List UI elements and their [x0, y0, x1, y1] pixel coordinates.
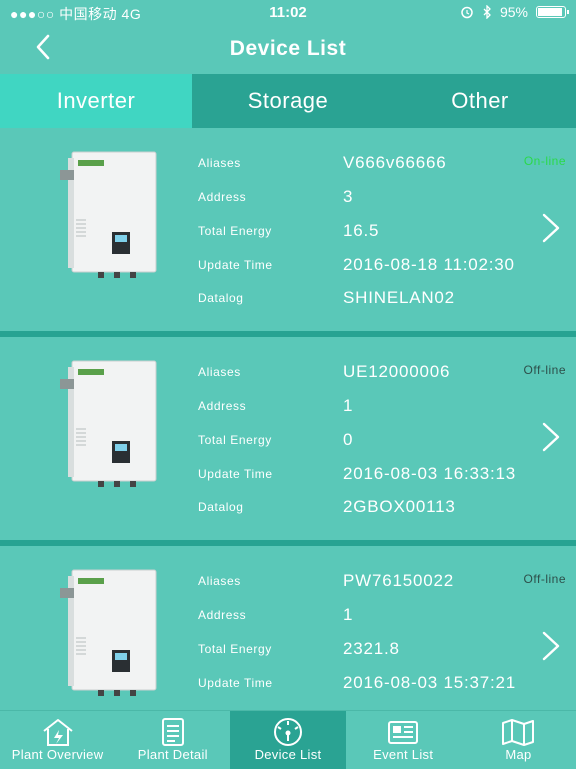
- inverter-image: [60, 569, 157, 696]
- house-icon: [42, 719, 73, 746]
- tab-storage[interactable]: Storage: [192, 74, 384, 128]
- chevron-right-icon[interactable]: [540, 630, 562, 662]
- device-type-tabs: Inverter Storage Other: [0, 74, 576, 128]
- total-energy-label: Total Energy: [198, 224, 272, 238]
- battery-percent: 95%: [499, 4, 528, 20]
- device-card[interactable]: Aliases Address Total Energy Update Time…: [0, 128, 576, 337]
- alarm-icon: [461, 6, 473, 19]
- page-title: Device List: [229, 37, 347, 60]
- status-badge: Off-line: [523, 572, 566, 586]
- aliases-value: V666v66666: [343, 153, 447, 172]
- aliases-value: PW76150022: [343, 571, 455, 590]
- aliases-value: UE12000006: [343, 362, 451, 381]
- tab-other[interactable]: Other: [384, 74, 576, 128]
- bottom-tab-bar: Plant Overview Plant Detail Device List …: [0, 710, 576, 769]
- device-card[interactable]: Aliases Address Total Energy Update Time…: [0, 546, 576, 710]
- status-badge: Off-line: [523, 363, 566, 377]
- total-energy-value: 2321.8: [343, 639, 400, 658]
- update-time-value: 2016-08-03 16:33:13: [343, 464, 517, 483]
- battery-icon: [536, 6, 569, 18]
- chevron-right-icon[interactable]: [540, 421, 562, 453]
- status-right: 95%: [460, 4, 569, 20]
- device-card[interactable]: Aliases Address Total Energy Update Time…: [0, 337, 576, 546]
- inverter-image: [60, 360, 157, 487]
- tab-label: Map: [505, 747, 532, 762]
- tab-label: Plant Overview: [11, 747, 104, 762]
- tab-plant-detail[interactable]: Plant Detail: [115, 711, 230, 769]
- chevron-right-icon[interactable]: [540, 212, 562, 244]
- total-energy-value: 16.5: [343, 221, 380, 240]
- update-time-label: Update Time: [198, 676, 273, 690]
- tab-inverter[interactable]: Inverter: [0, 74, 192, 128]
- datalog-value: SHINELAN02: [343, 288, 455, 307]
- tab-label: Device List: [254, 747, 322, 762]
- tab-label: Event List: [373, 747, 434, 762]
- tab-device-list[interactable]: Device List: [230, 711, 346, 769]
- document-icon: [161, 718, 184, 746]
- newspaper-icon: [388, 721, 419, 744]
- aliases-label: Aliases: [198, 365, 241, 379]
- total-energy-label: Total Energy: [198, 642, 272, 656]
- datalog-label: Datalog: [198, 291, 244, 305]
- aliases-label: Aliases: [198, 574, 241, 588]
- status-bar: ●●●○○ 中国移动 4G 11:02 95%: [0, 0, 576, 24]
- tab-plant-overview[interactable]: Plant Overview: [0, 711, 115, 769]
- inverter-image: [60, 151, 157, 278]
- datalog-value: 2GBOX00113: [343, 497, 456, 516]
- tab-label: Plant Detail: [137, 747, 208, 762]
- total-energy-value: 0: [343, 430, 354, 449]
- tab-map[interactable]: Map: [461, 711, 576, 769]
- update-time-label: Update Time: [198, 258, 273, 272]
- datalog-label: Datalog: [198, 500, 244, 514]
- gauge-icon: [274, 718, 302, 746]
- update-time-value: 2016-08-18 11:02:30: [343, 255, 515, 274]
- aliases-label: Aliases: [198, 156, 241, 170]
- bluetooth-icon: [483, 5, 491, 19]
- address-value: 1: [343, 605, 354, 624]
- status-badge: On-line: [523, 154, 566, 168]
- device-list[interactable]: Aliases Address Total Energy Update Time…: [0, 128, 576, 710]
- address-label: Address: [198, 399, 247, 413]
- map-icon: [502, 719, 535, 746]
- update-time-label: Update Time: [198, 467, 273, 481]
- address-label: Address: [198, 190, 247, 204]
- address-label: Address: [198, 608, 247, 622]
- address-value: 3: [343, 187, 354, 206]
- address-value: 1: [343, 396, 354, 415]
- update-time-value: 2016-08-03 15:37:21: [343, 673, 517, 692]
- navigation-bar: Device List: [0, 24, 576, 74]
- tab-event-list[interactable]: Event List: [346, 711, 461, 769]
- total-energy-label: Total Energy: [198, 433, 272, 447]
